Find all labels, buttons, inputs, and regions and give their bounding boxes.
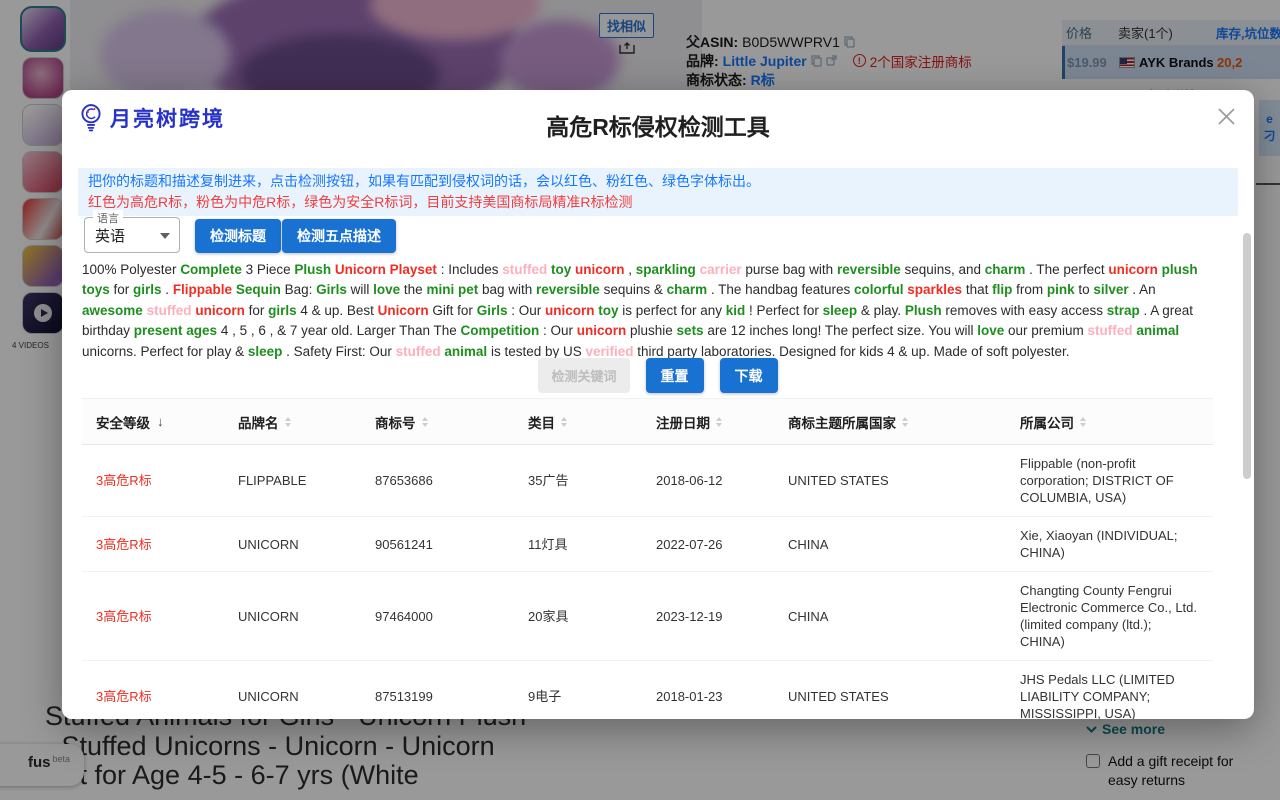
close-button[interactable]: [1214, 104, 1238, 128]
check-title-button[interactable]: 检测标题: [195, 219, 281, 253]
cell-category: 20家具: [514, 598, 642, 635]
sort-icon: [902, 417, 908, 427]
instruction-line-1: 把你的标题和描述复制进来，点击检测按钮，如果有匹配到侵权词的话，会以红色、粉红色…: [88, 171, 1228, 192]
cell-category: 9电子: [514, 678, 642, 715]
cell-country: UNITED STATES: [774, 462, 1006, 499]
cell-date: 2023-12-19: [642, 598, 774, 635]
sort-icon: [716, 417, 722, 427]
modal-scrollbar-thumb[interactable]: [1243, 233, 1251, 479]
reset-button[interactable]: 重置: [646, 358, 704, 393]
column-header[interactable]: 所属公司: [1006, 412, 1213, 432]
cell-number: 87513199: [361, 678, 514, 715]
column-header[interactable]: 注册日期: [642, 412, 774, 432]
cell-brand: UNICORN: [224, 598, 361, 635]
download-button[interactable]: 下载: [720, 358, 778, 393]
column-header[interactable]: 品牌名: [224, 412, 361, 432]
cell-brand: FLIPPABLE: [224, 462, 361, 499]
cell-number: 87653686: [361, 462, 514, 499]
cell-date: 2018-01-23: [642, 678, 774, 715]
cell-date: 2018-06-12: [642, 462, 774, 499]
sort-icon: [1080, 417, 1086, 427]
trademark-results-table: 安全等级↓品牌名商标号类目注册日期商标主题所属国家所属公司 3高危R标FLIPP…: [82, 398, 1213, 719]
cell-level: 3高危R标: [82, 462, 224, 499]
table-row: 3高危R标UNICORN9056124111灯具2022-07-26CHINAX…: [82, 517, 1213, 572]
cell-category: 11灯具: [514, 526, 642, 563]
cell-level: 3高危R标: [82, 598, 224, 635]
sort-icon: [561, 417, 567, 427]
cell-company: Xie, Xiaoyan (INDIVIDUAL; CHINA): [1006, 517, 1213, 571]
cell-brand: UNICORN: [224, 678, 361, 715]
close-icon: [1218, 108, 1235, 125]
action-button-row: 检测关键词 重置 下载: [62, 358, 1254, 393]
language-select-label: 语言: [93, 210, 123, 226]
column-header[interactable]: 安全等级↓: [82, 412, 224, 432]
column-header[interactable]: 商标号: [361, 412, 514, 432]
instructions-banner: 把你的标题和描述复制进来，点击检测按钮，如果有匹配到侵权词的话，会以红色、粉红色…: [78, 168, 1238, 216]
cell-category: 35广告: [514, 462, 642, 499]
sort-icon: [285, 417, 291, 427]
check-keywords-button-disabled: 检测关键词: [538, 358, 629, 393]
cell-country: CHINA: [774, 526, 1006, 563]
table-header-row: 安全等级↓品牌名商标号类目注册日期商标主题所属国家所属公司: [82, 398, 1213, 445]
cell-brand: UNICORN: [224, 526, 361, 563]
screenshot-root: 4 VIDEOS 找相似 父ASIN: B0D5WWPRV1 品牌: Littl…: [0, 0, 1280, 800]
infringement-checker-modal: 月亮树跨境 高危R标侵权检测工具 把你的标题和描述复制进来，点击检测按钮，如果有…: [62, 90, 1254, 719]
check-bullets-button[interactable]: 检测五点描述: [282, 219, 396, 253]
cell-number: 90561241: [361, 526, 514, 563]
cell-level: 3高危R标: [82, 526, 224, 563]
cell-company: JHS Pedals LLC (LIMITED LIABILITY COMPAN…: [1006, 661, 1213, 719]
cell-date: 2022-07-26: [642, 526, 774, 563]
language-select[interactable]: 语言 英语: [84, 217, 180, 253]
instruction-line-2: 红色为高危R标，粉色为中危R标，绿色为安全R标词，目前支持美国商标局精准R标检测: [88, 192, 1228, 213]
column-header[interactable]: 商标主题所属国家: [774, 412, 1006, 432]
cell-number: 97464000: [361, 598, 514, 635]
cell-level: 3高危R标: [82, 678, 224, 715]
cell-company: Flippable (non-profit corporation; DISTR…: [1006, 445, 1213, 516]
table-row: 3高危R标UNICORN9746400020家具2023-12-19CHINAC…: [82, 572, 1213, 661]
table-row: 3高危R标UNICORN875131999电子2018-01-23UNITED …: [82, 661, 1213, 719]
column-header[interactable]: 类目: [514, 412, 642, 432]
modal-title: 高危R标侵权检测工具: [62, 108, 1254, 142]
table-row: 3高危R标FLIPPABLE8765368635广告2018-06-12UNIT…: [82, 445, 1213, 517]
cell-company: Changting County Fengrui Electronic Comm…: [1006, 572, 1213, 660]
table-body: 3高危R标FLIPPABLE8765368635广告2018-06-12UNIT…: [82, 445, 1213, 719]
dropdown-caret-icon: [160, 233, 170, 239]
sort-desc-icon: ↓: [157, 414, 164, 429]
cell-country: CHINA: [774, 598, 1006, 635]
sort-icon: [422, 417, 428, 427]
listing-description-text: 100% Polyester Complete 3 Piece Plush Un…: [82, 260, 1198, 362]
cell-country: UNITED STATES: [774, 678, 1006, 715]
